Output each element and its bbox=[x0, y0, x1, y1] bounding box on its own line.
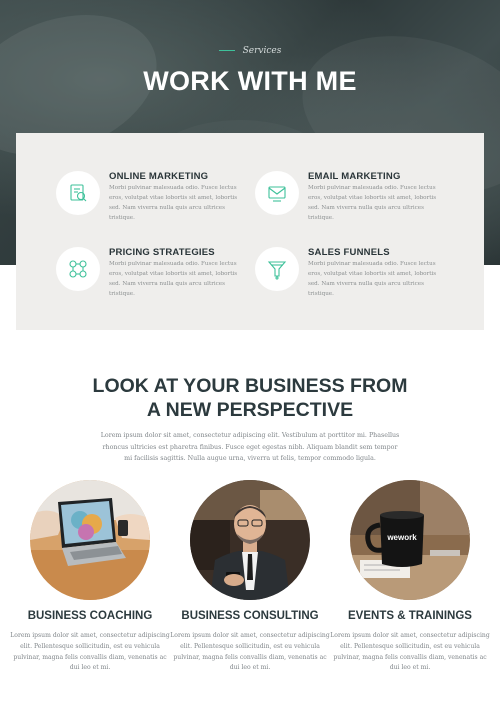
laptop-meeting-image bbox=[30, 480, 150, 600]
service-item-sales-funnels[interactable]: SALES FUNNELS Morbi pulvinar malesuada o… bbox=[255, 247, 455, 297]
feature-events-trainings[interactable]: wework EVENTS & TRAININGS Lorem ipsum do… bbox=[330, 480, 490, 690]
section-eyebrow: Services bbox=[0, 46, 500, 56]
service-description: Morbi pulvinar malesuada odio. Fusce lec… bbox=[308, 185, 437, 221]
perspective-heading-line1: LOOK AT YOUR BUSINESS FROM bbox=[92, 375, 408, 397]
eyebrow-label: Services bbox=[242, 46, 282, 56]
businessman-phone-image bbox=[190, 480, 310, 600]
service-title: EMAIL MARKETING bbox=[308, 171, 401, 182]
hero-title: WORK WITH ME bbox=[143, 66, 357, 96]
mug-logo-text: wework bbox=[386, 533, 417, 542]
pricing-strategies-icon bbox=[56, 247, 100, 291]
services-card: ONLINE MARKETING Morbi pulvinar malesuad… bbox=[16, 133, 484, 330]
feature-title: EVENTS & TRAININGS bbox=[348, 610, 472, 622]
feature-business-coaching[interactable]: BUSINESS COACHING Lorem ipsum dolor sit … bbox=[10, 480, 170, 690]
service-description: Morbi pulvinar malesuada odio. Fusce lec… bbox=[109, 185, 238, 221]
service-title: ONLINE MARKETING bbox=[109, 171, 209, 182]
email-marketing-icon bbox=[255, 171, 299, 215]
feature-business-consulting[interactable]: BUSINESS CONSULTING Lorem ipsum dolor si… bbox=[170, 480, 330, 690]
feature-description: Lorem ipsum dolor sit amet, consectetur … bbox=[330, 632, 490, 672]
feature-description: Lorem ipsum dolor sit amet, consectetur … bbox=[170, 632, 330, 672]
feature-description: Lorem ipsum dolor sit amet, consectetur … bbox=[10, 632, 170, 672]
online-marketing-icon bbox=[56, 171, 100, 215]
perspective-heading-line2: A NEW PERSPECTIVE bbox=[146, 399, 354, 421]
eyebrow-accent-line bbox=[218, 50, 235, 51]
service-title: SALES FUNNELS bbox=[308, 247, 390, 258]
service-item-email-marketing[interactable]: EMAIL MARKETING Morbi pulvinar malesuada… bbox=[255, 171, 455, 221]
service-title: PRICING STRATEGIES bbox=[109, 247, 215, 258]
feature-title: BUSINESS CONSULTING bbox=[181, 610, 319, 622]
feature-title: BUSINESS COACHING bbox=[27, 610, 153, 622]
perspective-description: Lorem ipsum dolor sit amet, consectetur … bbox=[100, 432, 400, 462]
perspective-heading: LOOK AT YOUR BUSINESS FROM A NEW PERSPEC… bbox=[0, 374, 500, 422]
service-item-online-marketing[interactable]: ONLINE MARKETING Morbi pulvinar malesuad… bbox=[56, 171, 256, 221]
service-description: Morbi pulvinar malesuada odio. Fusce lec… bbox=[308, 261, 437, 297]
service-item-pricing-strategies[interactable]: PRICING STRATEGIES Morbi pulvinar malesu… bbox=[56, 247, 256, 297]
sales-funnels-icon bbox=[255, 247, 299, 291]
wework-mug-image: wework bbox=[350, 480, 470, 600]
service-description: Morbi pulvinar malesuada odio. Fusce lec… bbox=[109, 261, 238, 297]
